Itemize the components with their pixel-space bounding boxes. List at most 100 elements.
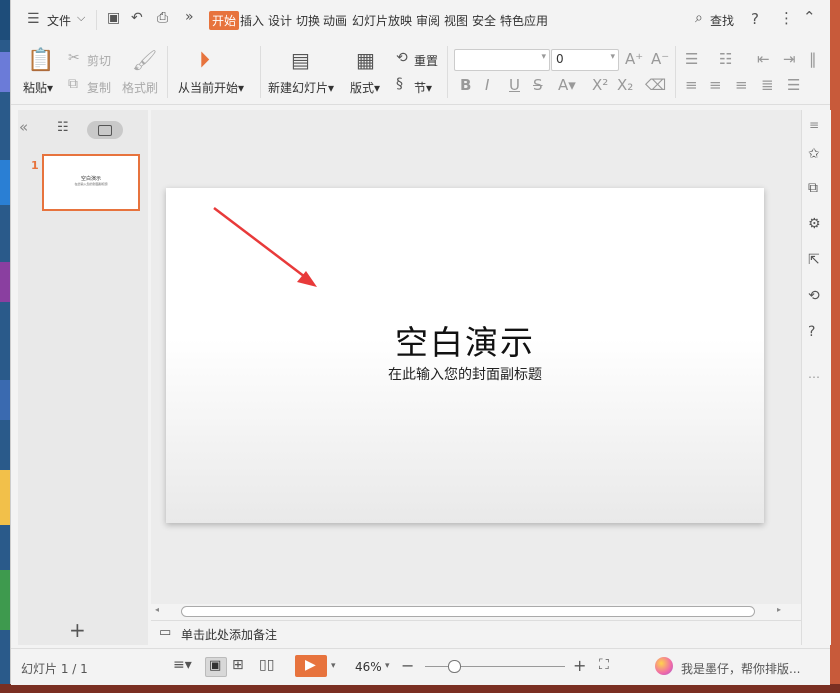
zoom-out-icon[interactable]: − xyxy=(401,656,414,675)
play-slideshow-button[interactable]: ▶ xyxy=(295,655,327,677)
search-button[interactable]: 查找 xyxy=(710,12,734,29)
slide-sorter-icon[interactable]: ⊞ xyxy=(232,657,244,673)
zoom-level[interactable]: 46% xyxy=(355,660,382,674)
notes-toggle-icon[interactable]: ≡▾ xyxy=(173,657,192,673)
undo-icon[interactable]: ↶ xyxy=(131,10,143,26)
tab-slideshow[interactable]: 幻灯片放映 xyxy=(352,12,412,29)
tab-animation[interactable]: 动画 xyxy=(323,12,347,29)
thumbnail-view-toggle[interactable] xyxy=(87,121,123,139)
reset-button[interactable]: 重置 xyxy=(414,52,438,69)
more-quick-access-icon[interactable]: » xyxy=(185,9,194,25)
zoom-in-icon[interactable]: + xyxy=(573,656,586,675)
superscript-icon[interactable]: X² xyxy=(592,76,608,94)
zoom-slider-track[interactable] xyxy=(425,666,565,667)
thumbnail-number: 1 xyxy=(31,159,39,172)
assistant-prompt[interactable]: 我是墨仔，帮你排版... xyxy=(681,660,800,677)
search-icon[interactable]: ⌕ xyxy=(695,10,703,26)
share-icon[interactable]: ⇱ xyxy=(808,252,820,268)
cut-button[interactable]: 剪切 xyxy=(87,52,111,69)
play-from-current-icon[interactable]: ⏵ xyxy=(199,48,210,73)
slide-title[interactable]: 空白演示 xyxy=(166,316,764,364)
new-slide-icon[interactable]: ▤ xyxy=(291,48,310,72)
animation-icon[interactable]: ✩ xyxy=(808,146,820,162)
collapse-ribbon-icon[interactable]: ⌃ xyxy=(803,8,816,26)
properties-icon[interactable]: ⚙ xyxy=(808,216,821,232)
copy-button[interactable]: 复制 xyxy=(87,79,111,96)
font-name-combobox[interactable]: ▾ xyxy=(454,49,550,71)
tab-insert[interactable]: 插入 xyxy=(240,12,264,29)
tab-transition[interactable]: 切换 xyxy=(296,12,320,29)
normal-view-button[interactable]: ▣ xyxy=(205,657,227,677)
reset-icon[interactable]: ⟲ xyxy=(396,50,408,66)
tab-security[interactable]: 安全 xyxy=(472,12,496,29)
thumbnail-subtitle: 在此输入您的封面副标题 xyxy=(74,182,108,186)
tab-view[interactable]: 视图 xyxy=(444,12,468,29)
file-menu[interactable]: 文件 xyxy=(47,12,71,29)
font-color-icon[interactable]: A▾ xyxy=(558,76,576,94)
paste-icon[interactable]: 📋 xyxy=(27,48,54,73)
more-sidebar-icon[interactable]: ⋯ xyxy=(808,370,820,384)
print-icon[interactable]: ⎙ xyxy=(157,10,168,26)
clear-format-icon[interactable]: ⌫ xyxy=(645,76,666,94)
tab-review[interactable]: 审阅 xyxy=(416,12,440,29)
layout-icon[interactable]: ▦ xyxy=(356,48,375,72)
section-button[interactable]: 节▾ xyxy=(414,79,432,96)
bullet-list-icon[interactable]: ☰ xyxy=(685,50,698,68)
history-icon[interactable]: ⟲ xyxy=(808,288,820,304)
notes-bar[interactable]: ▭ 单击此处添加备注 xyxy=(151,620,801,647)
play-options-chevron[interactable]: ▾ xyxy=(331,661,336,671)
ribbon-scroll-icon[interactable]: ‖ xyxy=(809,50,817,68)
tab-special-apps[interactable]: 特色应用 xyxy=(500,12,548,29)
align-right-icon[interactable]: ≡ xyxy=(735,76,748,94)
italic-icon[interactable]: I xyxy=(485,76,489,94)
font-size-combobox[interactable]: 0 ▾ xyxy=(551,49,619,71)
decrease-indent-icon[interactable]: ⇤ xyxy=(757,50,770,68)
bold-icon[interactable]: B xyxy=(460,76,471,94)
align-left-icon[interactable]: ≡ xyxy=(685,76,698,94)
save-icon[interactable]: ▣ xyxy=(107,10,120,26)
new-slide-button[interactable]: 新建幻灯片▾ xyxy=(268,79,334,96)
paste-button[interactable]: 粘贴▾ xyxy=(23,79,53,96)
more-menu-icon[interactable]: ⋮ xyxy=(779,9,794,27)
help-sidebar-icon[interactable]: ? xyxy=(808,324,815,340)
format-painter-icon[interactable]: 🖌 xyxy=(132,48,157,72)
play-from-current-button[interactable]: 从当前开始▾ xyxy=(178,79,244,96)
strikethrough-icon[interactable]: S xyxy=(533,76,543,94)
fit-window-icon[interactable]: ⛶ xyxy=(599,657,609,673)
sidebar-menu-icon[interactable]: ≡ xyxy=(809,118,819,132)
outline-view-icon[interactable]: ☷ xyxy=(57,120,69,135)
assistant-avatar[interactable] xyxy=(655,657,673,675)
chevron-down-icon[interactable]: ⌵ xyxy=(77,11,85,25)
layout-button[interactable]: 版式▾ xyxy=(350,79,380,96)
wps-presentation-window: ☰ 文件 ⌵ ▣ ↶ ⎙ » 开始 插入 设计 切换 动画 幻灯片放映 审阅 视… xyxy=(10,0,831,685)
help-icon[interactable]: ? xyxy=(751,10,759,28)
transition-icon[interactable]: ⧉ xyxy=(808,180,818,196)
tab-home[interactable]: 开始 xyxy=(209,11,240,30)
horizontal-scroll-thumb[interactable] xyxy=(181,606,755,617)
section-icon[interactable]: § xyxy=(396,76,403,92)
increase-font-icon[interactable]: A⁺ xyxy=(625,50,643,68)
zoom-slider-thumb[interactable] xyxy=(448,660,461,673)
slide-thumbnail[interactable]: 空白演示 在此输入您的封面副标题 xyxy=(42,154,140,211)
copy-icon[interactable]: ⧉ xyxy=(68,76,78,92)
subscript-icon[interactable]: X₂ xyxy=(617,76,633,94)
align-center-icon[interactable]: ≡ xyxy=(709,76,722,94)
decrease-font-icon[interactable]: A⁻ xyxy=(651,50,669,68)
format-painter-button[interactable]: 格式刷 xyxy=(122,79,158,96)
increase-indent-icon[interactable]: ⇥ xyxy=(783,50,796,68)
tab-design[interactable]: 设计 xyxy=(268,12,292,29)
reading-view-icon[interactable]: ▯▯ xyxy=(259,657,274,673)
numbered-list-icon[interactable]: ☷ xyxy=(719,50,732,68)
menu-bar: ☰ 文件 ⌵ ▣ ↶ ⎙ » 开始 插入 设计 切换 动画 幻灯片放映 审阅 视… xyxy=(11,0,830,40)
collapse-panel-icon[interactable]: « xyxy=(19,118,28,136)
horizontal-scrollbar[interactable]: ◂ ▸ xyxy=(151,604,801,618)
hamburger-menu-icon[interactable]: ☰ xyxy=(27,11,40,27)
distribute-icon[interactable]: ☰ xyxy=(787,76,800,94)
underline-icon[interactable]: U xyxy=(509,76,520,94)
cut-icon[interactable]: ✂ xyxy=(68,50,80,66)
notes-placeholder[interactable]: 单击此处添加备注 xyxy=(181,626,277,643)
zoom-options-chevron[interactable]: ▾ xyxy=(385,661,390,671)
add-slide-icon[interactable]: + xyxy=(69,618,86,642)
slide-subtitle[interactable]: 在此输入您的封面副标题 xyxy=(166,364,764,384)
justify-icon[interactable]: ≣ xyxy=(761,76,774,94)
